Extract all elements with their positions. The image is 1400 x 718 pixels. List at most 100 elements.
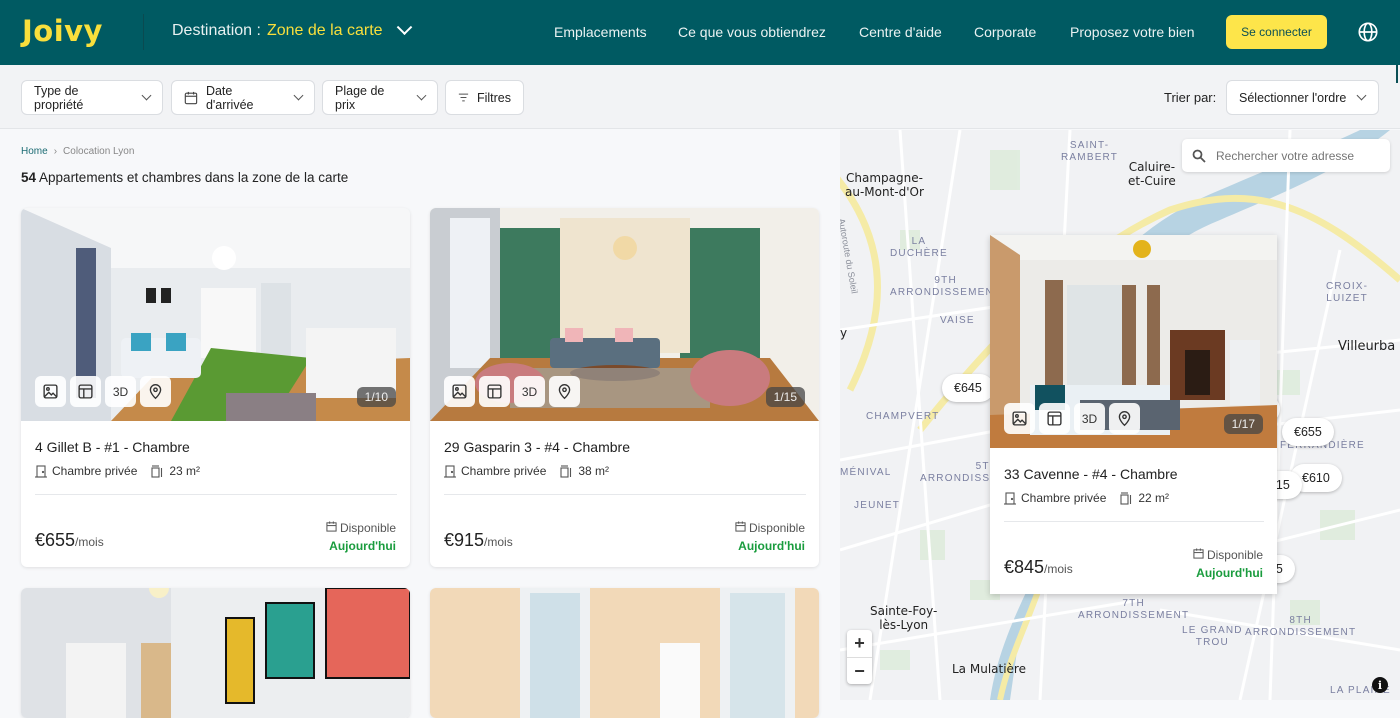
map-label-croix-luizet: CROIX- LUIZET bbox=[1326, 281, 1369, 304]
photos-button[interactable] bbox=[444, 376, 475, 407]
room-area: 23 m² bbox=[169, 464, 201, 478]
3d-tour-button[interactable]: 3D bbox=[105, 376, 136, 407]
map-location-button[interactable] bbox=[1109, 403, 1140, 434]
destination-value: Zone de la carte bbox=[266, 22, 383, 39]
photos-button[interactable] bbox=[35, 376, 66, 407]
listing-price: €845/mois bbox=[1004, 557, 1073, 578]
room-type: Chambre privée bbox=[461, 464, 547, 478]
zoom-out-button[interactable]: − bbox=[847, 657, 872, 684]
nav-centre-aide[interactable]: Centre d'aide bbox=[859, 24, 942, 40]
price-range-dropdown[interactable]: Plage de prix bbox=[322, 80, 438, 115]
divider bbox=[1004, 521, 1264, 522]
map-label-8th: 8TH ARRONDISSEMENT bbox=[1245, 615, 1357, 638]
nav-proposez-votre-bien[interactable]: Proposez votre bien bbox=[1070, 24, 1195, 40]
map-label-jeunet: JEUNET bbox=[854, 500, 901, 511]
availability-label: Disponible bbox=[748, 521, 805, 535]
destination-label: Destination : bbox=[172, 22, 261, 39]
listing-title[interactable]: 4 Gillet B - #1 - Chambre bbox=[35, 439, 190, 455]
floorplan-button[interactable] bbox=[70, 376, 101, 407]
globe-icon[interactable] bbox=[1357, 21, 1379, 43]
floorplan-icon bbox=[487, 384, 502, 399]
nav-corporate[interactable]: Corporate bbox=[974, 24, 1036, 40]
price-value: €655 bbox=[35, 530, 76, 550]
area-icon bbox=[1120, 491, 1132, 505]
arrival-date-label: Date d'arrivée bbox=[205, 83, 254, 112]
location-pin-icon bbox=[1118, 411, 1131, 427]
nav-emplacements[interactable]: Emplacements bbox=[554, 24, 647, 40]
map-listing-popup[interactable]: 3D 1/17 33 Cavenne - #4 - Chambre Chambr… bbox=[990, 235, 1277, 594]
address-search-input[interactable] bbox=[1216, 148, 1376, 163]
filter-bar: Type de propriété Date d'arrivée Plage d… bbox=[0, 65, 1400, 129]
joivy-logo[interactable]: Joivy bbox=[22, 14, 103, 48]
address-search[interactable] bbox=[1182, 139, 1390, 172]
3d-tour-button[interactable]: 3D bbox=[514, 376, 545, 407]
listing-photo[interactable]: 3D 1/10 bbox=[21, 208, 410, 421]
divider bbox=[143, 14, 144, 50]
destination-selector[interactable]: Destination : Zone de la carte bbox=[172, 18, 412, 40]
map-price-pin[interactable]: €655 bbox=[1282, 418, 1334, 446]
listing-title[interactable]: 33 Cavenne - #4 - Chambre bbox=[1004, 466, 1178, 482]
door-icon bbox=[1004, 491, 1016, 505]
scrollbar[interactable] bbox=[1396, 65, 1398, 83]
info-icon[interactable]: i bbox=[1372, 677, 1388, 693]
sort-value: Sélectionner l'ordre bbox=[1239, 90, 1347, 105]
map-label-champvert: CHAMPVERT bbox=[866, 411, 940, 422]
sort-dropdown[interactable]: Sélectionner l'ordre bbox=[1226, 80, 1379, 115]
3d-tour-button[interactable]: 3D bbox=[1074, 403, 1105, 434]
room-area: 38 m² bbox=[578, 464, 610, 478]
map-city-villeurbanne: Villeurba bbox=[1338, 339, 1396, 354]
filters-label: Filtres bbox=[476, 90, 511, 105]
map-panel[interactable]: SAINT- RAMBERT Caluire- et-Cuire Champag… bbox=[840, 130, 1400, 700]
photo-counter: 1/17 bbox=[1223, 414, 1263, 434]
calendar-icon bbox=[326, 521, 337, 532]
map-label-le-grand-trou: LE GRAND TROU bbox=[1182, 625, 1243, 648]
breadcrumb-current[interactable]: Colocation Lyon bbox=[63, 146, 134, 157]
availability: Disponible Aujourd'hui bbox=[735, 519, 805, 555]
map-location-button[interactable] bbox=[140, 376, 171, 407]
photo-counter: 1/15 bbox=[765, 387, 805, 407]
listing-card[interactable]: 3D 1/15 29 Gasparin 3 - #4 - Chambre Cha… bbox=[430, 208, 819, 567]
zoom-in-button[interactable]: + bbox=[847, 630, 872, 657]
image-icon bbox=[1012, 411, 1027, 426]
photos-button[interactable] bbox=[1004, 403, 1035, 434]
map-label-9th: 9TH ARRONDISSEMENT bbox=[890, 275, 1002, 298]
listing-card[interactable] bbox=[430, 588, 819, 718]
map-price-pin[interactable]: €645 bbox=[942, 374, 994, 402]
photo-counter: 1/10 bbox=[356, 387, 396, 407]
floorplan-icon bbox=[1047, 411, 1062, 426]
login-button[interactable]: Se connecter bbox=[1226, 15, 1327, 49]
floorplan-button[interactable] bbox=[479, 376, 510, 407]
listing-photo[interactable]: 3D 1/15 bbox=[430, 208, 819, 421]
location-pin-icon bbox=[149, 384, 162, 400]
listing-card[interactable]: 3D 1/10 4 Gillet B - #1 - Chambre Chambr… bbox=[21, 208, 410, 567]
listing-price: €915/mois bbox=[444, 530, 513, 551]
price-unit: /mois bbox=[484, 535, 513, 549]
map-location-button[interactable] bbox=[549, 376, 580, 407]
listing-photo[interactable]: 3D 1/17 bbox=[990, 235, 1277, 448]
floorplan-button[interactable] bbox=[1039, 403, 1070, 434]
nav-ce-que-vous-obtiendrez[interactable]: Ce que vous obtiendrez bbox=[678, 24, 826, 40]
arrival-date-dropdown[interactable]: Date d'arrivée bbox=[171, 80, 315, 115]
listing-title[interactable]: 29 Gasparin 3 - #4 - Chambre bbox=[444, 439, 630, 455]
property-type-dropdown[interactable]: Type de propriété bbox=[21, 80, 163, 115]
location-pin-icon bbox=[558, 384, 571, 400]
door-icon bbox=[444, 464, 456, 478]
map-city-caluire: Caluire- et-Cuire bbox=[1128, 160, 1176, 188]
room-photo-image bbox=[430, 588, 819, 718]
search-icon bbox=[1192, 149, 1206, 163]
room-type: Chambre privée bbox=[1021, 491, 1107, 505]
image-icon bbox=[452, 384, 467, 399]
image-icon bbox=[43, 384, 58, 399]
listings-panel: Home › Colocation Lyon 54 Appartements e… bbox=[0, 130, 840, 718]
map-city-champagne: Champagne- au-Mont-d'Or bbox=[845, 171, 924, 199]
listing-card[interactable] bbox=[21, 588, 410, 718]
filters-button[interactable]: Filtres bbox=[445, 80, 524, 115]
map-label-5th: 5TH ARRONDISSE bbox=[920, 461, 999, 484]
breadcrumb-home[interactable]: Home bbox=[21, 146, 48, 157]
map-label-7th: 7TH ARRONDISSEMENT bbox=[1078, 598, 1190, 621]
availability: Disponible Aujourd'hui bbox=[1193, 546, 1263, 582]
room-photo-image bbox=[21, 588, 410, 718]
calendar-icon bbox=[1193, 548, 1204, 559]
map-label-duchere: LA DUCHÈRE bbox=[890, 236, 948, 259]
chevron-down-icon bbox=[1356, 90, 1367, 101]
